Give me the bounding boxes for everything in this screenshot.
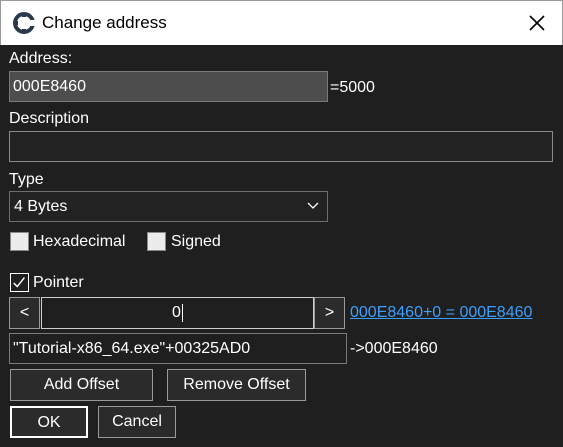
offset-value: 0 — [172, 304, 181, 321]
offset-input[interactable]: 0 — [41, 297, 314, 329]
add-offset-button[interactable]: Add Offset — [10, 369, 153, 401]
description-label: Description — [9, 110, 90, 127]
hexadecimal-checkbox[interactable] — [10, 232, 29, 251]
signed-label: Signed — [171, 233, 221, 250]
offset-increment-button[interactable]: > — [314, 297, 345, 329]
signed-checkbox[interactable] — [147, 232, 166, 251]
cancel-button[interactable]: Cancel — [98, 406, 176, 438]
pointer-base-input[interactable]: "Tutorial-x86_64.exe"+00325AD0 — [9, 333, 347, 364]
text-caret — [181, 303, 183, 322]
pointer-label: Pointer — [33, 274, 84, 291]
type-select[interactable]: 4 Bytes — [9, 191, 328, 222]
hexadecimal-label: Hexadecimal — [33, 233, 126, 250]
type-select-value: 4 Bytes — [14, 198, 68, 215]
title-bar: Change address — [0, 0, 563, 45]
pointer-base-result: ->000E8460 — [350, 340, 438, 357]
window-title: Change address — [42, 13, 167, 32]
ok-button[interactable]: OK — [10, 406, 88, 438]
address-input[interactable]: 000E8460 — [9, 71, 328, 102]
cheat-engine-icon — [13, 12, 35, 34]
address-value-label: =5000 — [330, 79, 375, 96]
close-icon[interactable] — [524, 10, 550, 36]
address-label: Address: — [9, 50, 73, 67]
chevron-down-icon — [307, 202, 319, 209]
checkmark-icon — [13, 277, 25, 288]
description-input[interactable] — [9, 131, 553, 162]
type-label: Type — [9, 171, 44, 188]
remove-offset-button[interactable]: Remove Offset — [167, 369, 306, 401]
offset-result-link[interactable]: 000E8460+0 = 000E8460 — [350, 304, 532, 322]
pointer-checkbox[interactable] — [10, 273, 29, 292]
offset-decrement-button[interactable]: < — [9, 297, 40, 329]
